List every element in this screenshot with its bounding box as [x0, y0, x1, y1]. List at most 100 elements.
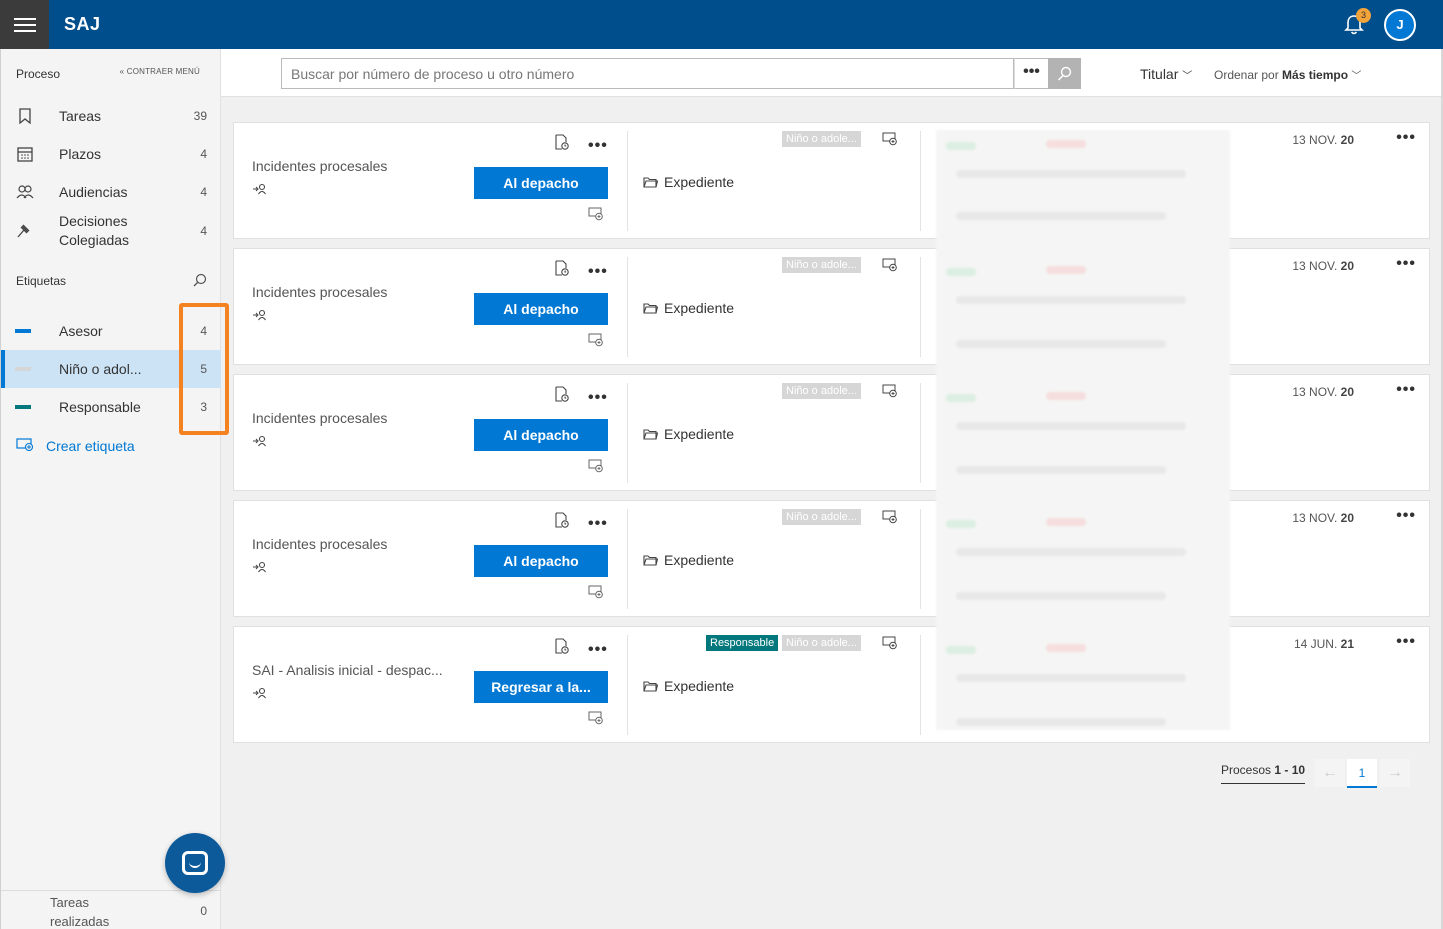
- previous-page-button[interactable]: ←: [1315, 759, 1345, 787]
- tag-color-swatch: [15, 405, 31, 409]
- redacted-content-area: [936, 130, 1230, 730]
- card-title[interactable]: Incidentes procesales: [252, 158, 387, 174]
- tags-section-title: Etiquetas: [16, 274, 67, 288]
- expediente-link[interactable]: Expediente: [643, 678, 734, 694]
- bookmark-icon: [16, 107, 34, 125]
- expediente-link[interactable]: Expediente: [643, 300, 734, 316]
- add-tag-icon[interactable]: [588, 585, 604, 599]
- sidebar-item-decisiones-colegiadas[interactable]: Decisiones Colegiadas 4: [1, 211, 221, 251]
- sort-dropdown[interactable]: Ordenar por Más tiempo ﹀: [1214, 67, 1361, 82]
- card-tag-chip[interactable]: Niño o adole...: [782, 383, 861, 399]
- assign-user-icon[interactable]: [253, 687, 267, 702]
- search-options-button[interactable]: •••: [1014, 58, 1049, 89]
- completed-tasks-item[interactable]: Tareas realizadas 0: [1, 890, 221, 929]
- card-title[interactable]: Incidentes procesales: [252, 284, 387, 300]
- document-clock-icon[interactable]: [555, 260, 569, 276]
- sidebar-section-title: Proceso: [16, 67, 61, 81]
- card-tag-chip[interactable]: Niño o adole...: [782, 509, 861, 525]
- create-tag-link[interactable]: Crear etiqueta: [16, 437, 135, 454]
- card-actions-menu[interactable]: •••: [588, 137, 608, 155]
- process-card[interactable]: Incidentes procesales ••• Al depacho Exp…: [233, 500, 1430, 617]
- titular-filter-dropdown[interactable]: Titular ﹀: [1140, 66, 1192, 82]
- card-more-menu[interactable]: •••: [1396, 381, 1416, 399]
- expediente-link[interactable]: Expediente: [643, 552, 734, 568]
- add-tag-icon[interactable]: [588, 459, 604, 473]
- add-tag-icon[interactable]: [882, 132, 898, 146]
- sidebar-item-audiencias[interactable]: Audiencias 4: [1, 173, 221, 211]
- card-tag-chip[interactable]: Niño o adole...: [782, 131, 861, 147]
- card-title[interactable]: Incidentes procesales: [252, 536, 387, 552]
- card-more-menu[interactable]: •••: [1396, 255, 1416, 273]
- process-card[interactable]: Incidentes procesales ••• Al depacho Exp…: [233, 374, 1430, 491]
- expediente-link[interactable]: Expediente: [643, 174, 734, 190]
- add-tag-icon[interactable]: [882, 636, 898, 650]
- create-tag-label: Crear etiqueta: [46, 437, 135, 454]
- card-primary-action-button[interactable]: Al depacho: [474, 293, 608, 325]
- sidebar-item-label: Decisiones Colegiadas: [59, 213, 130, 248]
- assign-user-icon[interactable]: [253, 561, 267, 576]
- card-title[interactable]: Incidentes procesales: [252, 410, 387, 426]
- card-date-year: 20: [1340, 385, 1354, 399]
- expediente-link[interactable]: Expediente: [643, 426, 734, 442]
- page-number-button[interactable]: 1: [1347, 759, 1377, 788]
- search-input[interactable]: [281, 58, 1014, 89]
- chat-launcher-button[interactable]: [165, 833, 225, 893]
- sidebar-item-label: Audiencias: [59, 184, 128, 200]
- card-primary-action-button[interactable]: Al depacho: [474, 167, 608, 199]
- card-more-menu[interactable]: •••: [1396, 507, 1416, 525]
- card-actions-menu[interactable]: •••: [588, 515, 608, 533]
- user-avatar[interactable]: J: [1384, 9, 1416, 41]
- tag-item-nino-o-adolescente[interactable]: Niño o adol... 5: [1, 350, 221, 388]
- card-primary-action-button[interactable]: Al depacho: [474, 545, 608, 577]
- search-icon[interactable]: [193, 273, 207, 290]
- card-actions-menu[interactable]: •••: [588, 641, 608, 659]
- card-actions-menu[interactable]: •••: [588, 389, 608, 407]
- sidebar-item-count: 4: [200, 147, 207, 161]
- card-primary-action-button[interactable]: Al depacho: [474, 419, 608, 451]
- assign-user-icon[interactable]: [253, 183, 267, 198]
- assign-user-icon[interactable]: [253, 309, 267, 324]
- sidebar-item-tareas[interactable]: Tareas 39: [1, 97, 221, 135]
- card-tag-chip[interactable]: Niño o adole...: [782, 257, 861, 273]
- sidebar-item-plazos[interactable]: Plazos 4: [1, 135, 221, 173]
- card-date-day: 14 JUN.: [1293, 637, 1338, 651]
- sidebar: Proceso « CONTRAER MENÚ Tareas 39 Plazos…: [0, 49, 221, 929]
- card-date-day: 13 NOV.: [1292, 133, 1338, 147]
- pagination-range: 1 - 10: [1274, 763, 1306, 777]
- add-tag-icon[interactable]: [588, 207, 604, 221]
- card-divider: [920, 257, 921, 357]
- add-tag-icon[interactable]: [588, 711, 604, 725]
- completed-tasks-label: Tareas realizadas: [50, 895, 110, 929]
- hamburger-menu-button[interactable]: [0, 0, 49, 49]
- card-primary-action-button[interactable]: Regresar a la...: [474, 671, 608, 703]
- folder-icon: [643, 429, 658, 440]
- document-clock-icon[interactable]: [555, 638, 569, 654]
- process-card[interactable]: SAI - Analisis inicial - despac... ••• R…: [233, 626, 1430, 743]
- card-tag-chip[interactable]: Responsable: [706, 635, 779, 651]
- add-tag-icon[interactable]: [882, 384, 898, 398]
- search-button[interactable]: [1048, 58, 1081, 89]
- assign-user-icon[interactable]: [253, 435, 267, 450]
- add-tag-icon[interactable]: [588, 333, 604, 347]
- process-card[interactable]: Incidentes procesales ••• Al depacho Exp…: [233, 248, 1430, 365]
- card-tag-chip[interactable]: Niño o adole...: [782, 635, 861, 651]
- document-clock-icon[interactable]: [555, 512, 569, 528]
- card-title[interactable]: SAI - Analisis inicial - despac...: [252, 662, 443, 678]
- card-more-menu[interactable]: •••: [1396, 129, 1416, 147]
- next-page-button[interactable]: →: [1380, 759, 1410, 787]
- add-tag-icon[interactable]: [882, 510, 898, 524]
- process-card[interactable]: Incidentes procesales ••• Al depacho Exp…: [233, 122, 1430, 239]
- collapse-menu-button[interactable]: « CONTRAER MENÚ: [120, 67, 200, 76]
- card-more-menu[interactable]: •••: [1396, 633, 1416, 651]
- card-date: 13 NOV. 20: [1292, 385, 1354, 399]
- folder-icon: [643, 681, 658, 692]
- card-date: 13 NOV. 20: [1292, 511, 1354, 525]
- add-tag-icon[interactable]: [882, 258, 898, 272]
- card-actions-menu[interactable]: •••: [588, 263, 608, 281]
- card-divider: [627, 257, 628, 357]
- document-clock-icon[interactable]: [555, 134, 569, 150]
- document-clock-icon[interactable]: [555, 386, 569, 402]
- tag-label: Niño o adol...: [59, 361, 142, 377]
- tag-item-asesor[interactable]: Asesor 4: [1, 312, 221, 350]
- tag-item-responsable[interactable]: Responsable 3: [1, 388, 221, 426]
